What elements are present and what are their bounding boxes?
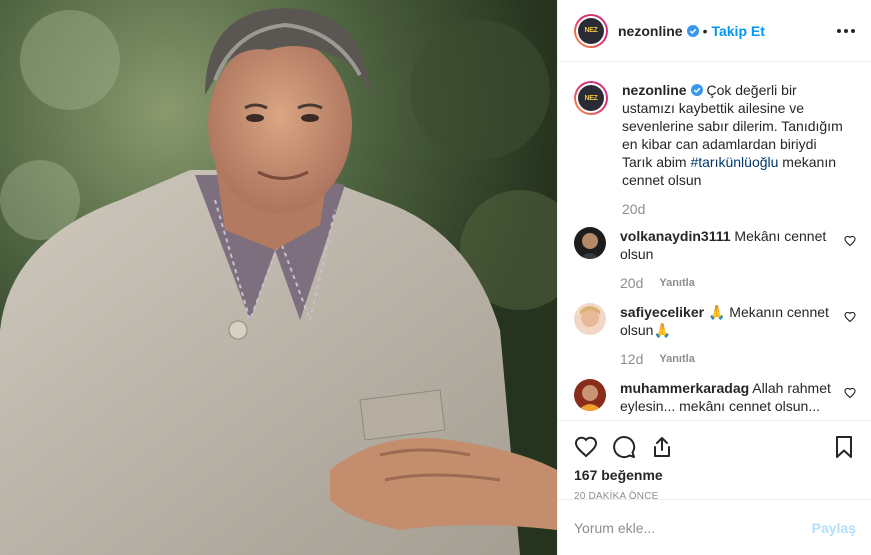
post-sidebar: NEZ nezonline • Takip Et NEZ nezonline Ç…: [557, 0, 871, 555]
share-icon[interactable]: [650, 435, 674, 459]
comment-item: safiyeceliker 🙏 Mekanın cennet olsun🙏 12…: [574, 303, 856, 367]
post-photo-image: [0, 0, 557, 555]
caption-time[interactable]: 20d: [622, 201, 844, 217]
post-actions: 167 beğenme 20 DAKİKA ÖNCE: [558, 420, 871, 502]
comment-item: muhammerkaradag Allah rahmet eylesin... …: [574, 379, 856, 415]
follow-button[interactable]: Takip Et: [711, 23, 764, 39]
like-heart-icon[interactable]: [574, 435, 598, 459]
reply-button[interactable]: Yanıtla: [659, 277, 694, 289]
commenter-avatar[interactable]: [574, 227, 606, 259]
comment-like-heart-icon[interactable]: [844, 311, 856, 323]
author-username[interactable]: nezonline: [618, 23, 683, 39]
save-bookmark-icon[interactable]: [832, 435, 856, 459]
verified-badge-icon: [690, 84, 703, 96]
caption-text: nezonline Çok değerli bir ustamızı kaybe…: [622, 81, 844, 189]
comment-username[interactable]: safiyeceliker: [620, 304, 704, 320]
comment-text: volkanaydin3111 Mekânı cennet olsun: [620, 227, 842, 263]
caption-avatar[interactable]: NEZ: [574, 81, 608, 115]
comment-text: safiyeceliker 🙏 Mekanın cennet olsun🙏: [620, 303, 842, 339]
comment-input[interactable]: [574, 519, 812, 536]
more-options-icon[interactable]: [837, 23, 855, 39]
comment-like-heart-icon[interactable]: [844, 235, 856, 247]
post-photo[interactable]: [0, 0, 557, 555]
instagram-post: NEZ nezonline • Takip Et NEZ nezonline Ç…: [0, 0, 871, 555]
comment-text: muhammerkaradag Allah rahmet eylesin... …: [620, 379, 842, 415]
comment-username[interactable]: volkanaydin3111: [620, 228, 731, 244]
post-comment-button[interactable]: Paylaş: [812, 520, 856, 536]
verified-badge-icon: [686, 24, 699, 37]
commenter-avatar-image: [574, 303, 606, 335]
like-count[interactable]: 167 beğenme: [574, 467, 856, 483]
comment-like-heart-icon[interactable]: [844, 387, 856, 399]
commenter-avatar-image: [574, 379, 606, 411]
caption-avatar-logo: NEZ: [578, 85, 604, 111]
caption-username[interactable]: nezonline: [622, 82, 687, 98]
post-caption: NEZ nezonline Çok değerli bir ustamızı k…: [574, 81, 856, 217]
action-bar: [574, 427, 856, 467]
reply-button[interactable]: Yanıtla: [659, 353, 694, 365]
add-comment-bar: Paylaş: [558, 499, 871, 555]
post-header: NEZ nezonline • Takip Et: [558, 0, 871, 62]
comment-item: volkanaydin3111 Mekânı cennet olsun 20d Y…: [574, 227, 856, 291]
comment-time[interactable]: 12d: [620, 351, 643, 367]
author-avatar[interactable]: NEZ: [574, 13, 608, 48]
caption-hashtag[interactable]: #tarıkünlüoğlu: [690, 154, 778, 170]
comment-time[interactable]: 20d: [620, 275, 643, 291]
commenter-avatar-image: [574, 227, 606, 259]
comment-username[interactable]: muhammerkaradag: [620, 380, 749, 396]
commenter-avatar[interactable]: [574, 303, 606, 335]
comments-list[interactable]: NEZ nezonline Çok değerli bir ustamızı k…: [558, 63, 871, 420]
author-avatar-logo: NEZ: [578, 17, 604, 44]
commenter-avatar[interactable]: [574, 379, 606, 411]
comment-bubble-icon[interactable]: [612, 435, 636, 459]
separator-dot: •: [702, 22, 708, 39]
